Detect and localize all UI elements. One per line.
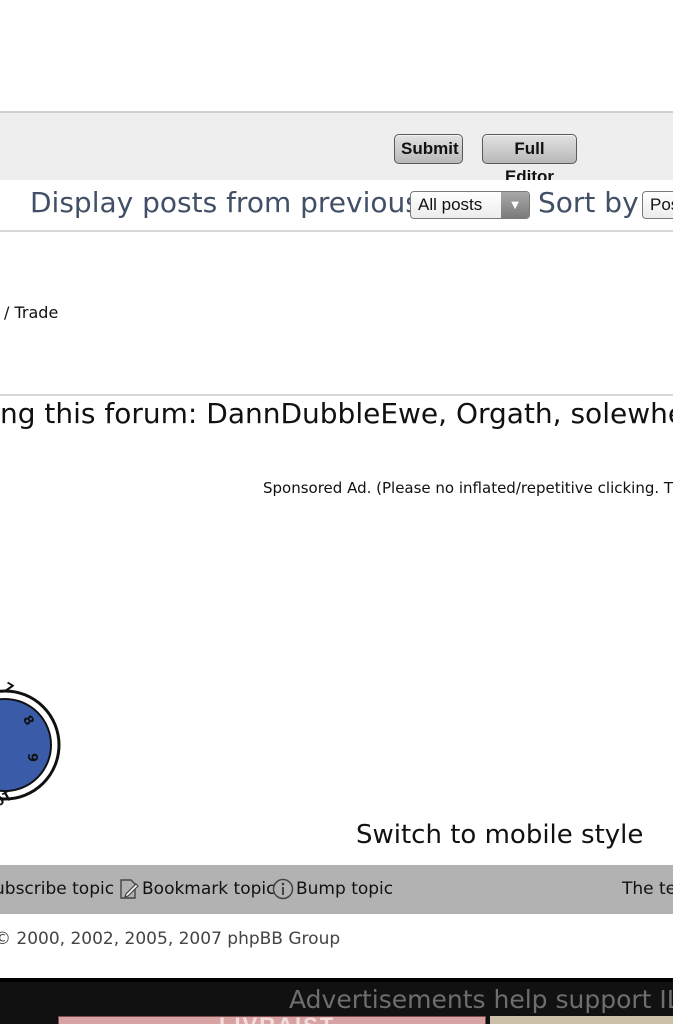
subscribe-topic-link[interactable]: ubscribe topic: [0, 865, 114, 914]
users-browsing-forum: ng this forum: DannDubbleEwe, Orgath, so…: [0, 397, 673, 430]
timezone-note: The te: [622, 879, 673, 899]
chevron-down-icon: ▼: [501, 192, 529, 218]
ads-footer: Advertisements help support IL LIVRAIST: [0, 978, 673, 1024]
submit-button[interactable]: Submit: [394, 134, 463, 164]
forum-topic-page: Submit Full Editor Display posts from pr…: [0, 0, 673, 1024]
topic-tools-bar: ubscribe topic Bookmark topic Bump topic…: [0, 865, 673, 914]
sponsored-ad-note: Sponsored Ad. (Please no inflated/repeti…: [263, 479, 673, 497]
days-select-value: All posts: [418, 195, 483, 214]
ad-banner[interactable]: LIVRAIST: [58, 1016, 486, 1024]
bookmark-topic-link[interactable]: Bookmark topic: [118, 865, 275, 914]
copyright-years: 2000, 2002, 2005, 2007 phpBB Group: [16, 929, 341, 949]
ads-support-text: Advertisements help support IL: [289, 985, 673, 1014]
breadcrumb-trade[interactable]: / Trade: [4, 303, 58, 322]
quick-reply-bar: Submit Full Editor: [0, 111, 673, 186]
clock-numeral: 9: [24, 753, 39, 762]
display-options-row: Display posts from previous: All posts ▼…: [0, 180, 673, 232]
ad-banner-text: LIVRAIST: [219, 1017, 335, 1024]
clock-logo-icon: 7 8 9 10: [0, 680, 61, 808]
bump-topic-label: Bump topic: [296, 879, 394, 899]
switch-mobile-style-link[interactable]: Switch to mobile style: [356, 820, 643, 850]
copyright-text: © 2000, 2002, 2005, 2007 phpBB Group: [0, 929, 341, 949]
sort-select[interactable]: Pos: [642, 191, 673, 219]
ad-banner[interactable]: [490, 1016, 673, 1024]
info-icon: [272, 878, 294, 900]
bump-topic-link[interactable]: Bump topic: [272, 865, 393, 914]
days-select[interactable]: All posts ▼: [410, 191, 530, 219]
display-posts-label: Display posts from previous:: [30, 186, 430, 219]
bookmark-topic-label: Bookmark topic: [142, 879, 276, 899]
full-editor-button[interactable]: Full Editor: [482, 134, 577, 186]
sort-select-value: Pos: [650, 195, 673, 214]
bookmark-icon: [120, 879, 139, 899]
divider: [0, 394, 673, 396]
sort-by-label: Sort by: [538, 186, 639, 219]
